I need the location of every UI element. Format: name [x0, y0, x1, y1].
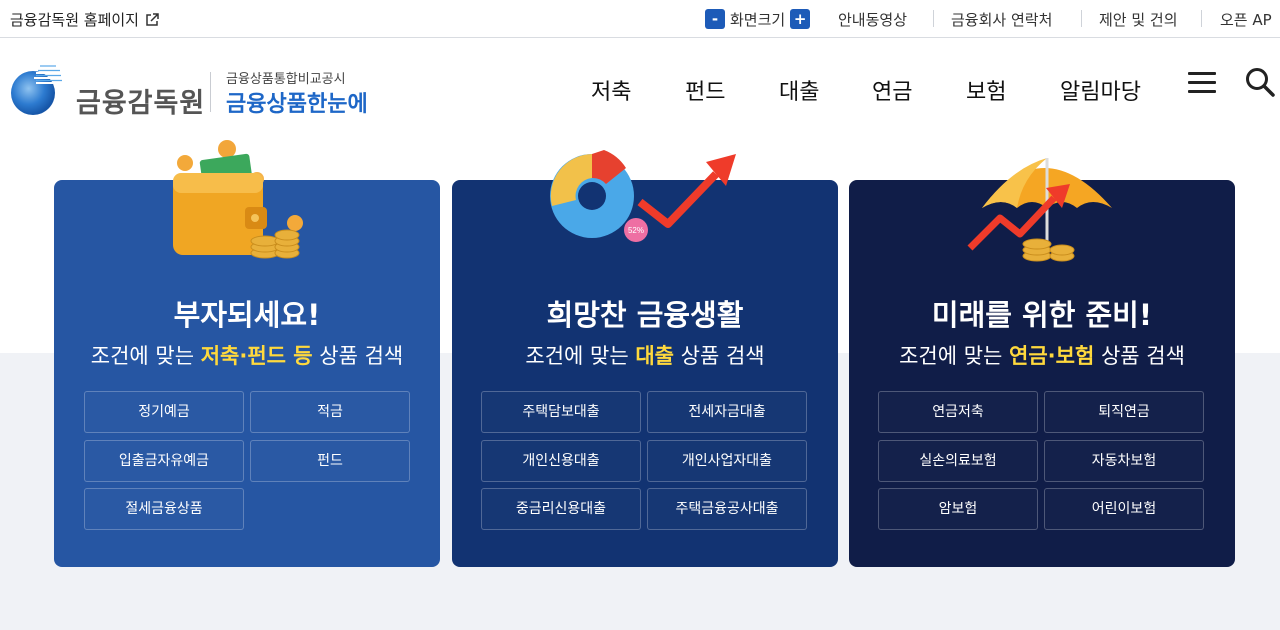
zoom-label: 화면크기: [730, 10, 786, 29]
product-button-time-deposit[interactable]: 정기예금: [84, 391, 244, 433]
divider: [1081, 10, 1082, 27]
service-name[interactable]: 금융상품한눈에: [226, 86, 368, 118]
product-button-medical-insurance[interactable]: 실손의료보험: [878, 440, 1038, 482]
guide-video-link[interactable]: 안내동영상: [838, 0, 907, 38]
product-button-jeonse-loan[interactable]: 전세자금대출: [647, 391, 807, 433]
zoom-out-button[interactable]: -: [705, 9, 725, 29]
nav-savings[interactable]: 저축: [591, 74, 631, 106]
external-link-icon: [146, 12, 159, 26]
home-link-label: 금융감독원 홈페이지: [10, 11, 139, 29]
product-button-hf-loan[interactable]: 주택금융공사대출: [647, 488, 807, 530]
suggestion-link[interactable]: 제안 및 건의: [1099, 0, 1178, 38]
card-title: 부자되세요!: [173, 298, 321, 332]
product-button-mortgage[interactable]: 주택담보대출: [481, 391, 641, 433]
product-button-demand-deposit[interactable]: 입출금자유예금: [84, 440, 244, 482]
card-title: 미래를 위한 준비!: [931, 298, 1153, 332]
nav-notice[interactable]: 알림마당: [1060, 74, 1141, 106]
logo-text[interactable]: 금융감독원: [76, 81, 205, 120]
product-button-fund[interactable]: 펀드: [250, 440, 410, 482]
product-button-retirement-pension[interactable]: 퇴직연금: [1044, 391, 1204, 433]
search-icon[interactable]: [1244, 66, 1276, 98]
product-button-child-insurance[interactable]: 어린이보험: [1044, 488, 1204, 530]
nav-loan[interactable]: 대출: [779, 74, 819, 106]
nav-pension[interactable]: 연금: [872, 74, 912, 106]
fss-logo-icon[interactable]: [8, 64, 62, 118]
product-button-pension-savings[interactable]: 연금저축: [878, 391, 1038, 433]
product-button-personal-credit[interactable]: 개인신용대출: [481, 440, 641, 482]
product-button-car-insurance[interactable]: 자동차보험: [1044, 440, 1204, 482]
wallet-coins-icon: [173, 140, 303, 259]
divider: [933, 10, 934, 27]
zoom-control: - 화면크기 +: [705, 0, 811, 38]
card-subtitle: 조건에 맞는 대출 상품 검색: [525, 344, 765, 368]
nav-insurance[interactable]: 보험: [966, 74, 1006, 106]
home-link[interactable]: 금융감독원 홈페이지: [10, 9, 159, 30]
nav-fund[interactable]: 펀드: [685, 74, 725, 106]
card-subtitle: 조건에 맞는 저축·펀드 등 상품 검색: [90, 344, 404, 368]
product-button-business-loan[interactable]: 개인사업자대출: [647, 440, 807, 482]
donut-chart-arrow-icon: 52%: [550, 150, 736, 242]
logo-subtitle: 금융상품통합비교공시: [226, 72, 346, 87]
umbrella-growth-icon: [967, 158, 1112, 262]
site-header: 금융감독원 금융상품통합비교공시 금융상품한눈에 저축 펀드 대출 연금 보험 …: [0, 38, 1280, 138]
hamburger-menu-icon[interactable]: [1188, 72, 1216, 94]
card-title: 희망찬 금융생활: [546, 298, 744, 332]
zoom-in-button[interactable]: +: [790, 9, 811, 29]
product-button-cancer-insurance[interactable]: 암보험: [878, 488, 1038, 530]
product-button-tax-saving[interactable]: 절세금융상품: [84, 488, 244, 530]
open-api-link[interactable]: 오픈 AP: [1220, 0, 1272, 38]
product-button-installment-savings[interactable]: 적금: [250, 391, 410, 433]
card-subtitle: 조건에 맞는 연금·보험 상품 검색: [899, 344, 1185, 368]
product-button-mid-rate-credit[interactable]: 중금리신용대출: [481, 488, 641, 530]
utility-bar: 금융감독원 홈페이지 - 화면크기 + 안내동영상 금융회사 연락처 제안 및 …: [0, 0, 1280, 38]
donut-percent-label: 52%: [628, 226, 644, 235]
divider: [1201, 10, 1202, 27]
company-contact-link[interactable]: 금융회사 연락처: [951, 0, 1052, 38]
logo-divider: [210, 72, 211, 112]
